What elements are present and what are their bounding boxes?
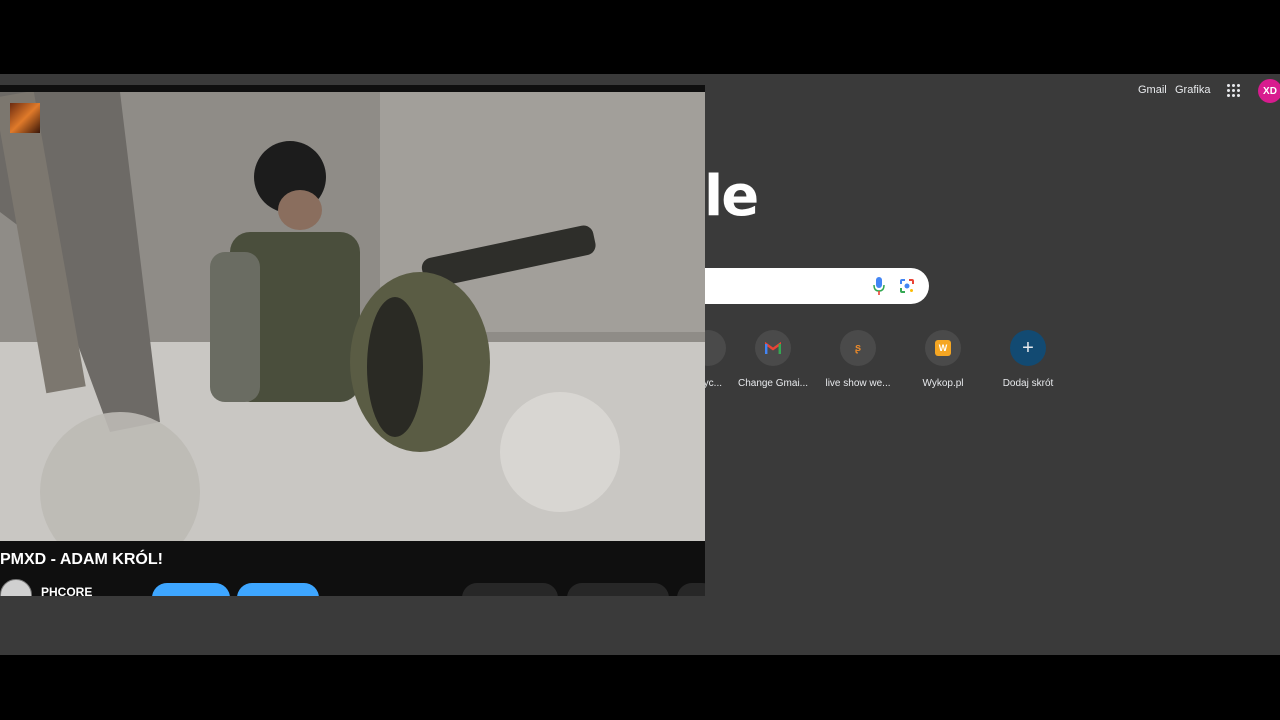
shortcut-label: live show we... xyxy=(825,378,891,389)
share-button[interactable] xyxy=(567,583,669,596)
images-link[interactable]: Grafika xyxy=(1175,84,1210,96)
video-still-image xyxy=(0,92,705,541)
add-shortcut-button[interactable]: + Dodaj skrót xyxy=(986,328,1070,389)
account-avatar[interactable]: XD xyxy=(1258,79,1280,103)
shortcut-tile[interactable]: W Wykop.pl xyxy=(901,328,985,389)
shortcut-label: Change Gmai... xyxy=(737,378,809,389)
browser-new-tab-page: Gmail Grafika XD le ...ayc... Change Gma… xyxy=(0,74,1280,655)
like-dislike-button[interactable] xyxy=(462,583,558,596)
video-title: PMXD - ADAM KRÓL! xyxy=(0,551,163,568)
channel-avatar[interactable] xyxy=(0,579,32,596)
plus-icon: + xyxy=(1010,330,1046,366)
google-lens-icon[interactable] xyxy=(899,278,915,294)
apps-grid-icon[interactable] xyxy=(1227,84,1241,98)
video-frame[interactable] xyxy=(0,92,705,541)
shortcut-label: Dodaj skrót xyxy=(1002,378,1054,389)
video-player-window[interactable]: PMXD - ADAM KRÓL! PHCORE xyxy=(0,85,705,596)
more-actions-button[interactable] xyxy=(677,583,705,596)
gmail-link[interactable]: Gmail xyxy=(1138,84,1167,96)
shortcut-label: Wykop.pl xyxy=(922,378,964,389)
wykop-icon: W xyxy=(935,340,951,356)
channel-name[interactable]: PHCORE xyxy=(41,585,92,596)
blue-action-button[interactable] xyxy=(152,583,230,596)
subscribe-button[interactable] xyxy=(237,583,319,596)
gmail-icon xyxy=(765,342,781,354)
google-logo: le xyxy=(704,164,759,229)
orange-s-icon: ʂ xyxy=(854,342,862,354)
shortcut-tile[interactable]: Change Gmai... xyxy=(731,328,815,389)
shortcut-tile[interactable]: ʂ live show we... xyxy=(816,328,900,389)
channel-thumbnail-icon[interactable] xyxy=(10,103,40,133)
microphone-icon[interactable] xyxy=(873,277,885,295)
